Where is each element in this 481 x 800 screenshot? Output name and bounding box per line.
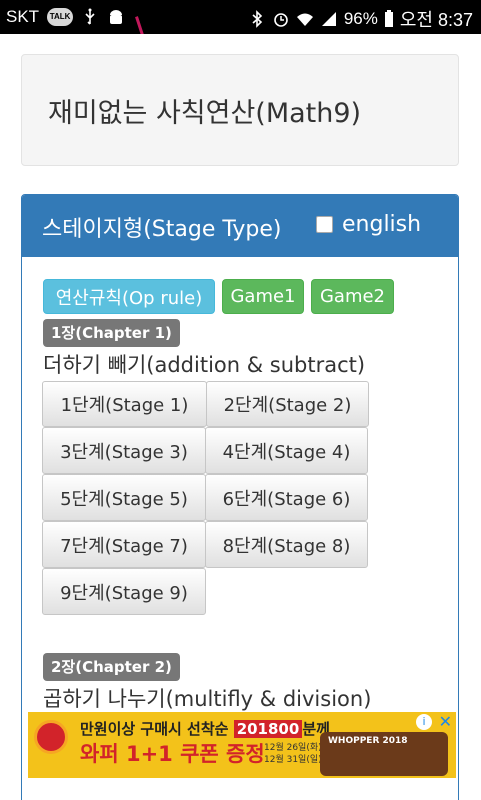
chapter-2-subtitle: 곱하기 나누기(multifly & division) — [43, 687, 372, 711]
ad-close-icon[interactable]: ✕ — [439, 712, 452, 731]
signal-icon — [320, 10, 338, 28]
stage-2-button[interactable]: 2단계(Stage 2) — [206, 381, 369, 427]
title-well: 재미없는 사칙연산(Math9) — [21, 54, 459, 166]
chapter-2-badge: 2장(Chapter 2) — [43, 653, 180, 681]
panel-heading: 스테이지형(Stage Type) english — [22, 195, 458, 257]
stage-1-button[interactable]: 1단계(Stage 1) — [42, 381, 207, 427]
wifi-icon — [296, 10, 314, 28]
panel-title: 스테이지형(Stage Type) — [42, 217, 282, 242]
page-title: 재미없는 사칙연산(Math9) — [48, 98, 362, 129]
clock: 오전 8:37 — [399, 10, 473, 30]
usb-icon — [81, 8, 99, 26]
bluetooth-icon — [248, 10, 266, 28]
op-rule-button[interactable]: 연산규칙(Op rule) — [43, 279, 215, 314]
ad-highlight: 201800 — [233, 720, 303, 738]
stage-9-button[interactable]: 9단계(Stage 9) — [42, 568, 206, 615]
battery-icon — [384, 10, 394, 28]
ad-info-icon[interactable]: i — [416, 714, 432, 730]
whopper-logo: WHOPPER 2018 — [328, 736, 408, 746]
status-bar: SKT TALK 96% 오전 8:37 — [0, 0, 481, 34]
game2-button[interactable]: Game2 — [311, 279, 394, 314]
ad-text: 만원이상 구매시 선착순 — [80, 720, 229, 738]
android-debug-icon — [107, 8, 125, 26]
alarm-icon — [272, 10, 290, 28]
page-content: 재미없는 사칙연산(Math9) 스테이지형(Stage Type) engli… — [0, 34, 481, 800]
stage-3-button[interactable]: 3단계(Stage 3) — [42, 427, 206, 474]
stage-type-panel: 스테이지형(Stage Type) english 연산규칙(Op rule) … — [21, 194, 459, 800]
chapter-1-subtitle: 더하기 빼기(addition & subtract) — [43, 353, 366, 377]
stage-5-button[interactable]: 5단계(Stage 5) — [42, 474, 206, 521]
battery-percent: 96% — [343, 9, 378, 28]
kakaotalk-icon: TALK — [47, 8, 74, 26]
english-checkbox[interactable] — [316, 216, 333, 233]
ad-offer: 와퍼 1+1 쿠폰 증정 — [80, 742, 265, 766]
ad-banner[interactable]: 만원이상 구매시 선착순 201800 분께 와퍼 1+1 쿠폰 증정 12월 2… — [28, 712, 456, 778]
game1-button[interactable]: Game1 — [222, 279, 304, 314]
stage-7-button[interactable]: 7단계(Stage 7) — [42, 521, 206, 568]
burger-king-logo-icon — [34, 720, 68, 754]
ad-headline: 만원이상 구매시 선착순 201800 분께 — [80, 718, 330, 739]
stage-8-button[interactable]: 8단계(Stage 8) — [205, 521, 368, 568]
stage-4-button[interactable]: 4단계(Stage 4) — [205, 427, 368, 474]
stage-6-button[interactable]: 6단계(Stage 6) — [205, 474, 368, 521]
chapter-1-badge: 1장(Chapter 1) — [43, 319, 180, 347]
carrier-label: SKT — [6, 7, 40, 26]
english-label[interactable]: english — [342, 212, 421, 237]
